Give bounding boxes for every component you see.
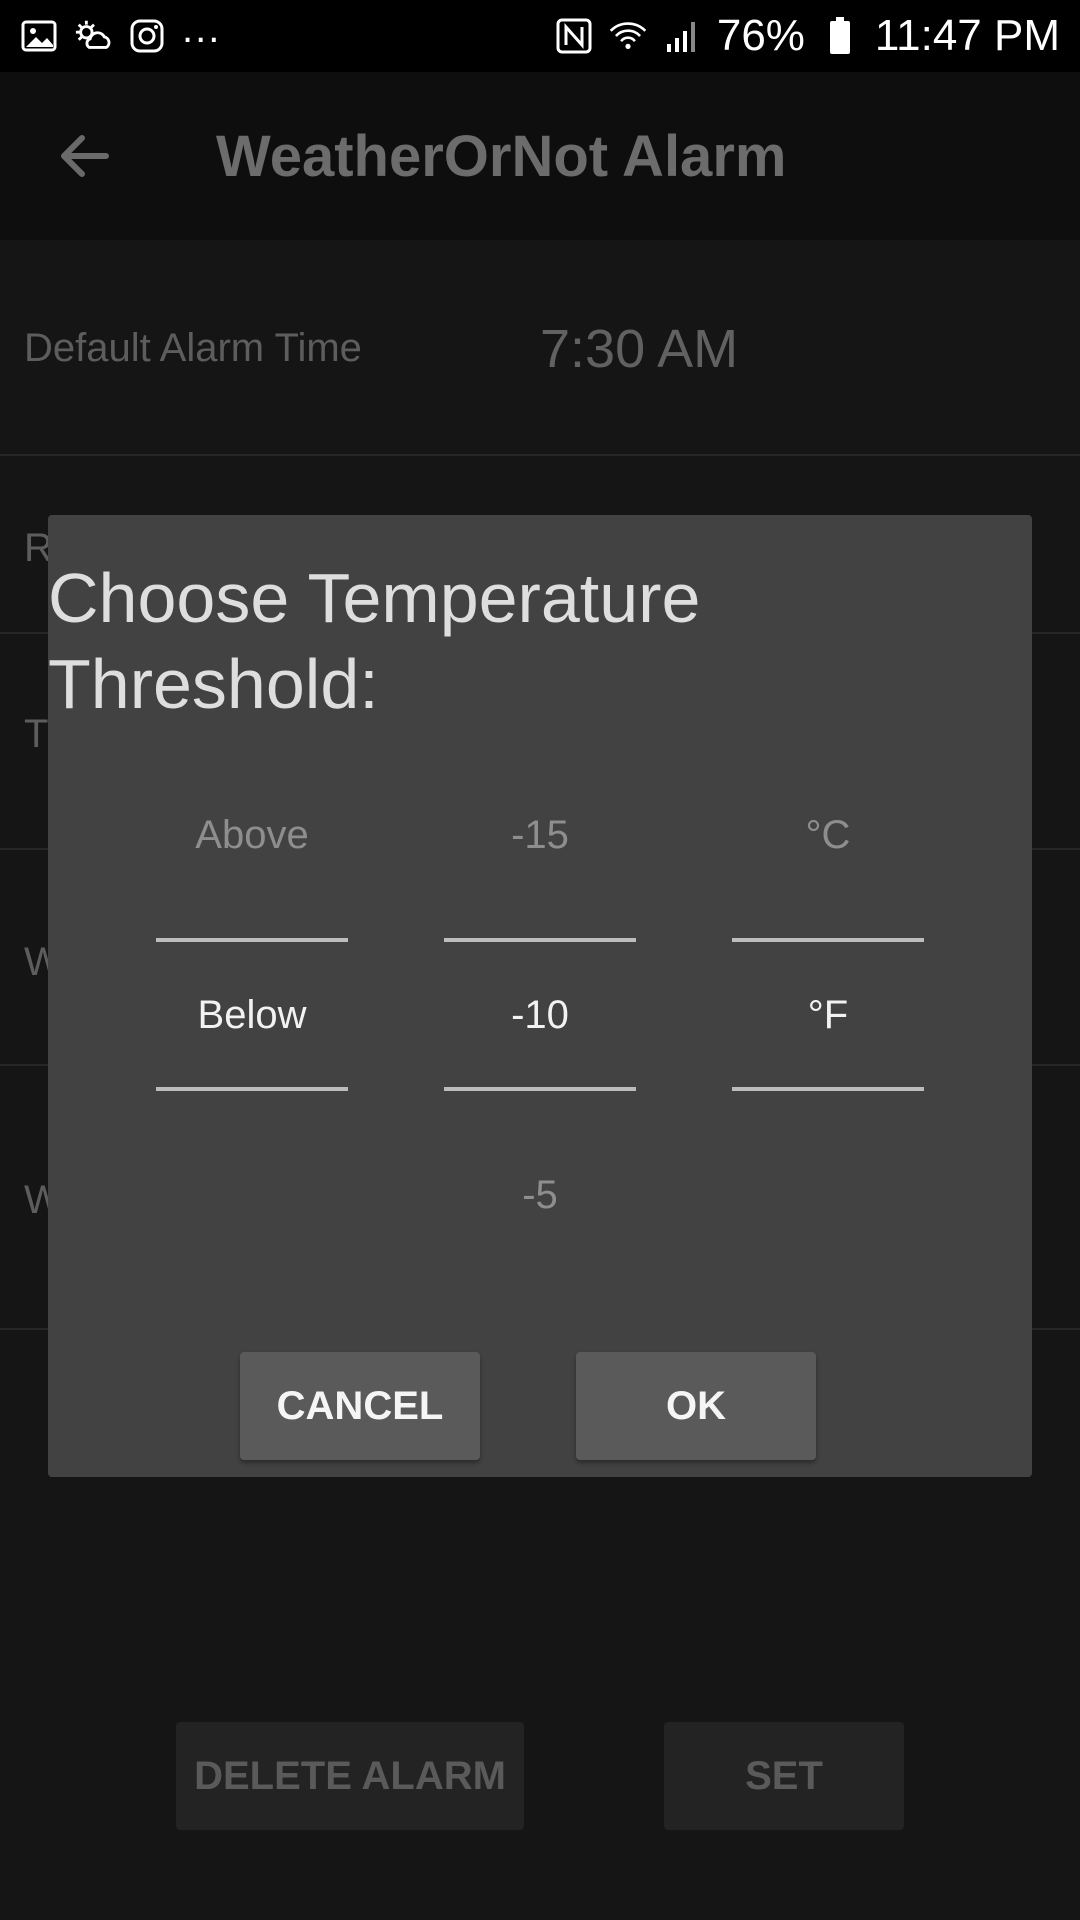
status-left: ... [20, 7, 221, 55]
gallery-icon [20, 17, 58, 55]
nfc-icon [555, 17, 593, 55]
status-right: 76% 11:47 PM [555, 11, 1060, 61]
unit-prev-option[interactable]: °C [732, 813, 924, 858]
default-alarm-time-value: 7:30 AM [540, 319, 739, 379]
temperature-threshold-dialog: Choose Temperature Threshold: Above Belo… [48, 515, 1032, 1477]
setting-row-3-label: T [24, 712, 49, 756]
more-notifications: ... [182, 6, 222, 51]
weather-icon [74, 17, 112, 55]
value-next-option[interactable]: -5 [444, 1173, 636, 1218]
direction-selected-option[interactable]: Below [156, 993, 348, 1038]
cancel-button[interactable]: CANCEL [240, 1352, 480, 1460]
picker-divider-bottom [732, 1087, 924, 1091]
set-button[interactable]: SET [664, 1722, 904, 1830]
signal-icon [663, 17, 701, 55]
instagram-icon [128, 17, 166, 55]
direction-picker[interactable]: Above Below [156, 515, 348, 1477]
back-arrow-icon [61, 135, 109, 177]
app-bar: WeatherOrNot Alarm [0, 72, 1080, 240]
default-alarm-time-label: Default Alarm Time [24, 326, 362, 370]
delete-alarm-button[interactable]: DELETE ALARM [176, 1722, 524, 1830]
value-prev-option[interactable]: -15 [444, 813, 636, 858]
status-time: 11:47 PM [874, 11, 1060, 60]
unit-selected-option[interactable]: °F [732, 993, 924, 1038]
picker-divider-top [444, 938, 636, 942]
status-bar: ... 76% 11:47 PM [0, 0, 1080, 72]
wifi-icon [609, 17, 647, 55]
battery-icon [821, 17, 859, 55]
picker-divider-bottom [156, 1087, 348, 1091]
setting-row-default-alarm-time[interactable]: Default Alarm Time 7:30 AM [0, 240, 1080, 456]
value-selected-option[interactable]: -10 [444, 993, 636, 1038]
picker-divider-top [156, 938, 348, 942]
back-button[interactable] [24, 96, 144, 216]
picker-divider-bottom [444, 1087, 636, 1091]
picker-divider-top [732, 938, 924, 942]
direction-prev-option[interactable]: Above [156, 813, 348, 858]
ok-button[interactable]: OK [576, 1352, 816, 1460]
battery-percent: 76% [716, 11, 805, 60]
unit-picker[interactable]: °C °F [732, 515, 924, 1477]
app-title: WeatherOrNot Alarm [216, 123, 787, 189]
value-picker[interactable]: -15 -10 -5 [444, 515, 636, 1477]
